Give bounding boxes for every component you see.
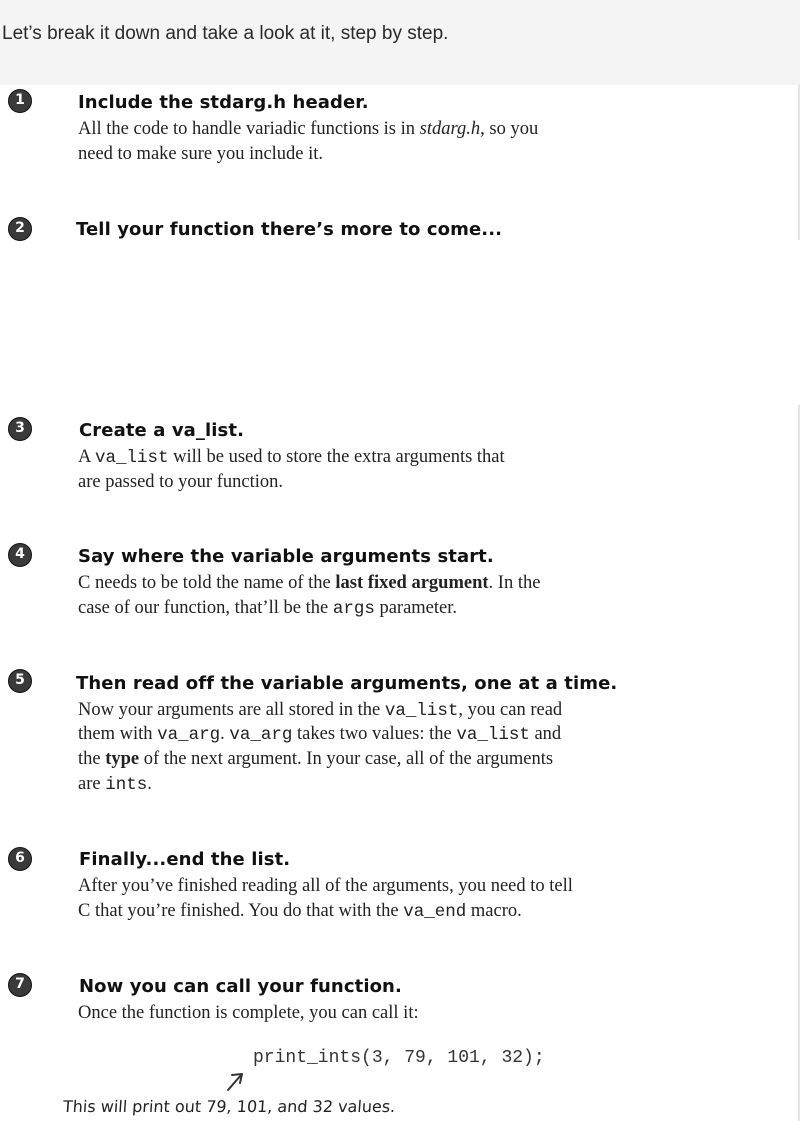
body-text: C needs to be told the name of the: [78, 573, 336, 593]
step-number-badge: 5: [8, 669, 32, 693]
code-text: va_arg: [157, 725, 221, 745]
body-text: , so you: [480, 119, 539, 139]
handwritten-annotation: This will print out 79, 101, and 32 valu…: [62, 1097, 396, 1116]
step-title: Tell your function there’s more to come.…: [76, 219, 503, 240]
step-title: Include the stdarg.h header.: [78, 92, 369, 113]
step-body-line: the type of the next argument. In your c…: [78, 747, 553, 772]
step-body-line: case of our function, that’ll be the arg…: [78, 596, 457, 622]
step-body-line: After you’ve finished reading all of the…: [78, 876, 573, 896]
body-text: them with: [78, 724, 158, 744]
step-title: Then read off the variable arguments, on…: [76, 673, 618, 694]
code-text: va_end: [403, 902, 467, 922]
body-text: and: [529, 724, 562, 744]
body-text: . In the: [488, 573, 541, 593]
step-body-line: them with va_arg. va_arg takes two value…: [78, 722, 561, 748]
step-body-line: C needs to be told the name of the last …: [78, 571, 540, 596]
step-body-line: need to make sure you include it.: [78, 144, 324, 164]
step-body-line: Now your arguments are all stored in the…: [78, 698, 562, 724]
code-text: va_list: [384, 701, 459, 721]
step-number-badge: 2: [8, 217, 32, 241]
code-text: va_arg: [229, 725, 293, 745]
filename-text: stdarg.h: [419, 119, 481, 139]
code-text: va_list: [456, 725, 530, 745]
body-text: macro.: [466, 901, 522, 921]
body-text: the: [78, 749, 106, 769]
step-title: Now you can call your function.: [79, 976, 402, 997]
code-text: args: [332, 599, 375, 619]
step-body-line: All the code to handle variadic function…: [78, 117, 538, 142]
hand-drawn-arrow-icon: [227, 1073, 243, 1091]
body-text: A: [78, 447, 95, 467]
body-text: takes two values: the: [292, 724, 457, 744]
body-text: C that you’re finished. You do that with…: [78, 901, 404, 921]
emphasis-text: last fixed argument: [335, 573, 489, 593]
step-number-badge: 3: [8, 417, 32, 441]
step-title: Say where the variable arguments start.: [78, 546, 494, 567]
body-text: Now your arguments are all stored in the: [78, 700, 385, 720]
step-number-badge: 7: [8, 973, 32, 997]
step-number-badge: 6: [8, 847, 32, 871]
code-example: print_ints(3, 79, 101, 32);: [253, 1048, 545, 1068]
code-text: va_list: [94, 448, 169, 468]
body-text: parameter.: [374, 598, 458, 618]
emphasis-text: type: [105, 749, 140, 769]
step-number-badge: 1: [8, 89, 32, 113]
body-text: .: [147, 774, 152, 794]
step-title: Finally...end the list.: [79, 849, 291, 870]
step-number-badge: 4: [8, 543, 32, 567]
step-body-line: A va_list will be used to store the extr…: [78, 445, 505, 471]
step-body-line: C that you’re finished. You do that with…: [78, 899, 522, 925]
body-text: All the code to handle variadic function…: [78, 119, 420, 139]
body-text: are: [78, 774, 106, 794]
intro-text: Let’s break it down and take a look at i…: [2, 23, 449, 44]
step-title: Create a va_list.: [79, 420, 245, 441]
step-body-line: are passed to your function.: [78, 472, 283, 492]
step-body-line: Once the function is complete, you can c…: [78, 1003, 419, 1023]
step-body-line: are ints.: [78, 772, 152, 798]
body-text: will be used to store the extra argument…: [168, 447, 505, 467]
body-text: case of our function, that’ll be the: [78, 598, 333, 618]
code-text: ints: [105, 775, 148, 795]
body-text: of the next argument. In your case, all …: [139, 749, 554, 769]
body-text: , you can read: [458, 700, 563, 720]
